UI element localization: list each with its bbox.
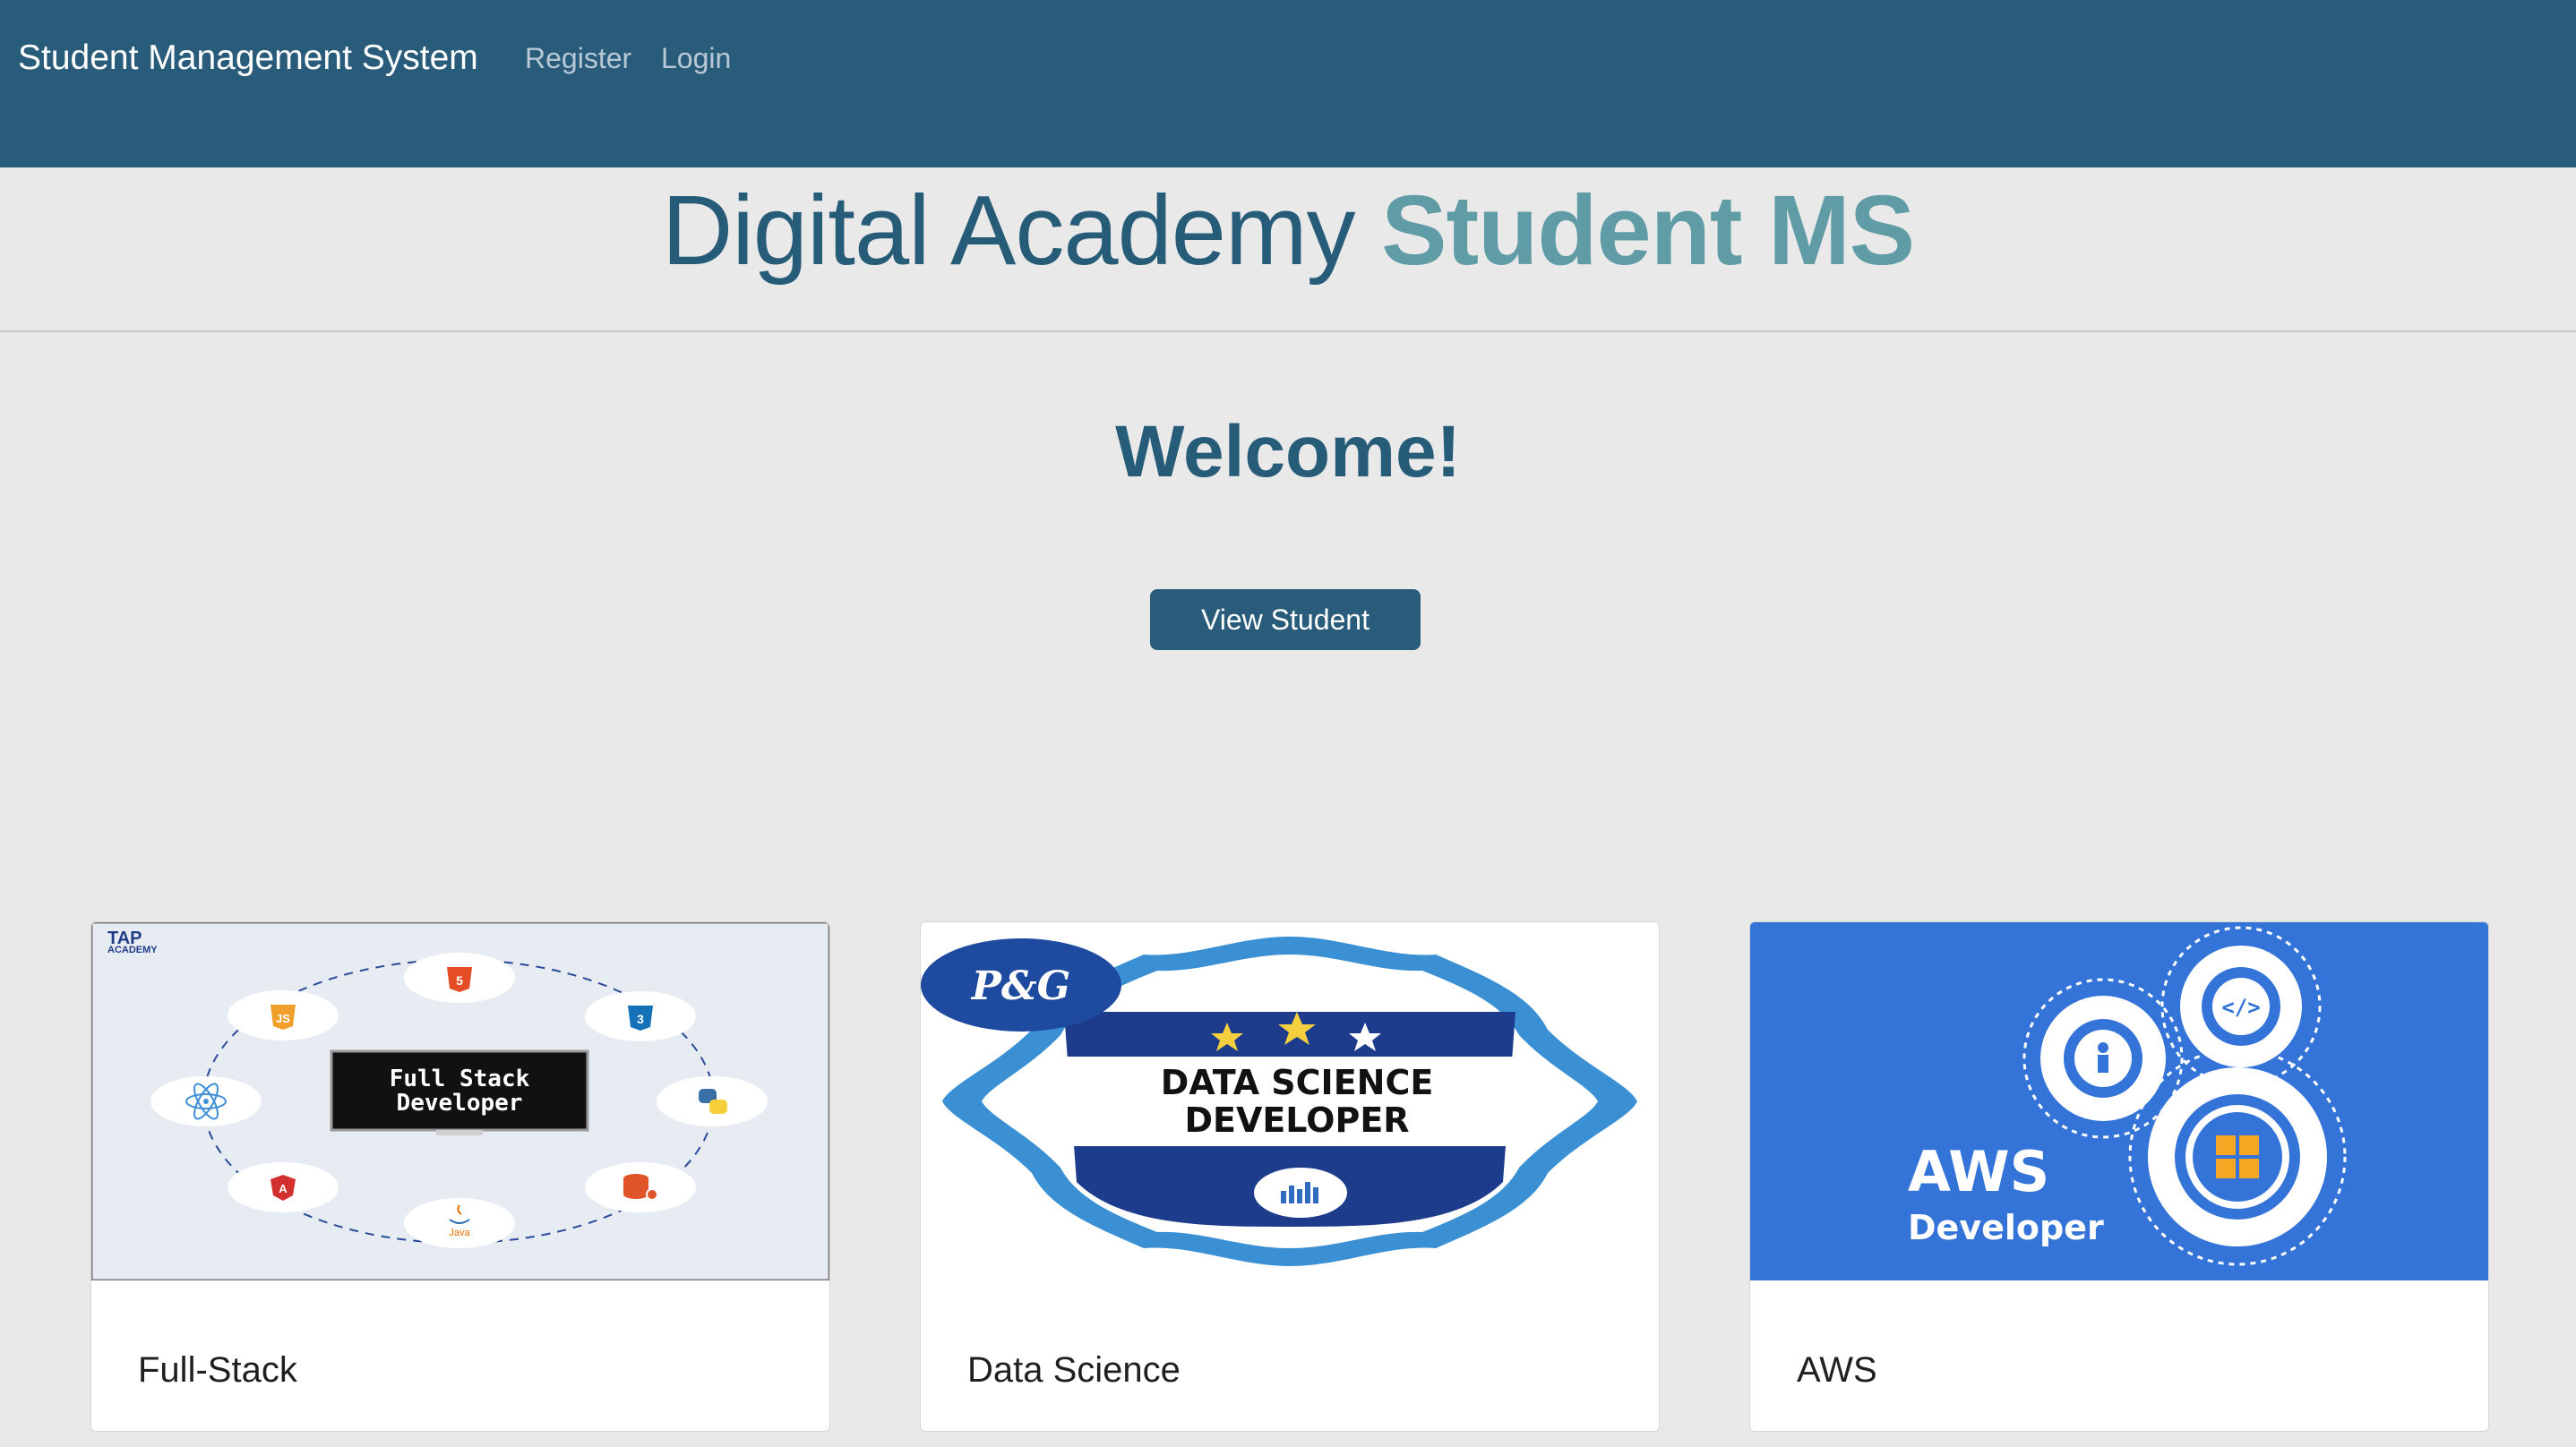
angular-icon: A (228, 1162, 339, 1212)
page-title-part2: Student MS (1381, 176, 1915, 286)
view-student-button[interactable]: View Student (1150, 589, 1421, 650)
nav-register-link[interactable]: Register (525, 39, 631, 77)
java-label: Java (449, 1228, 470, 1238)
welcome-heading: Welcome! (1115, 411, 1461, 492)
full-stack-badge-line2: Developer (397, 1090, 523, 1117)
aws-line2: Developer (1908, 1208, 2104, 1247)
header-divider (0, 330, 2576, 332)
course-card-aws[interactable]: </> AWS Developer AWS (1749, 921, 2489, 1432)
svg-text:3: 3 (637, 1012, 644, 1026)
data-science-image: DATA SCIENCE DEVELOPER P&G (921, 922, 1659, 1280)
css3-icon: 3 (585, 991, 696, 1041)
database-icon (585, 1162, 696, 1212)
full-stack-badge-line1: Full Stack (390, 1066, 530, 1092)
aws-line1: AWS (1908, 1139, 2049, 1204)
course-card-data-science[interactable]: DATA SCIENCE DEVELOPER P&G Data Science (920, 921, 1660, 1432)
card-title-aws: AWS (1797, 1350, 1877, 1390)
card-title-data-science: Data Science (967, 1350, 1181, 1390)
svg-text:JS: JS (276, 1012, 290, 1025)
aws-image: </> AWS Developer (1750, 922, 2488, 1280)
brand-link[interactable]: Student Management System (18, 36, 478, 81)
data-science-line2: DEVELOPER (1184, 1100, 1409, 1140)
page-title-part1: Digital Academy (661, 176, 1382, 286)
java-icon: Java (404, 1198, 515, 1248)
data-science-line1: DATA SCIENCE (1161, 1063, 1434, 1102)
card-title-full-stack: Full-Stack (138, 1350, 297, 1390)
nav-login-link[interactable]: Login (661, 39, 731, 77)
html5-icon: 5 (404, 953, 515, 1003)
python-icon (657, 1076, 768, 1126)
page-title: Digital Academy Student MS (0, 168, 2576, 294)
code-glyph: </> (2221, 995, 2260, 1020)
tap-academy-logo-sub: ACADEMY (107, 945, 158, 955)
course-card-full-stack[interactable]: TAP ACADEMY 5 3 JS A Java Full Stack Dev… (90, 921, 830, 1432)
svg-text:5: 5 (456, 973, 463, 988)
javascript-icon: JS (228, 990, 339, 1040)
svg-text:A: A (279, 1182, 288, 1195)
pg-logo-text: P&G (970, 963, 1070, 1009)
navbar: Student Management System Register Login (0, 0, 2576, 167)
react-icon (150, 1076, 262, 1126)
full-stack-image: TAP ACADEMY 5 3 JS A Java Full Stack Dev… (91, 922, 829, 1280)
